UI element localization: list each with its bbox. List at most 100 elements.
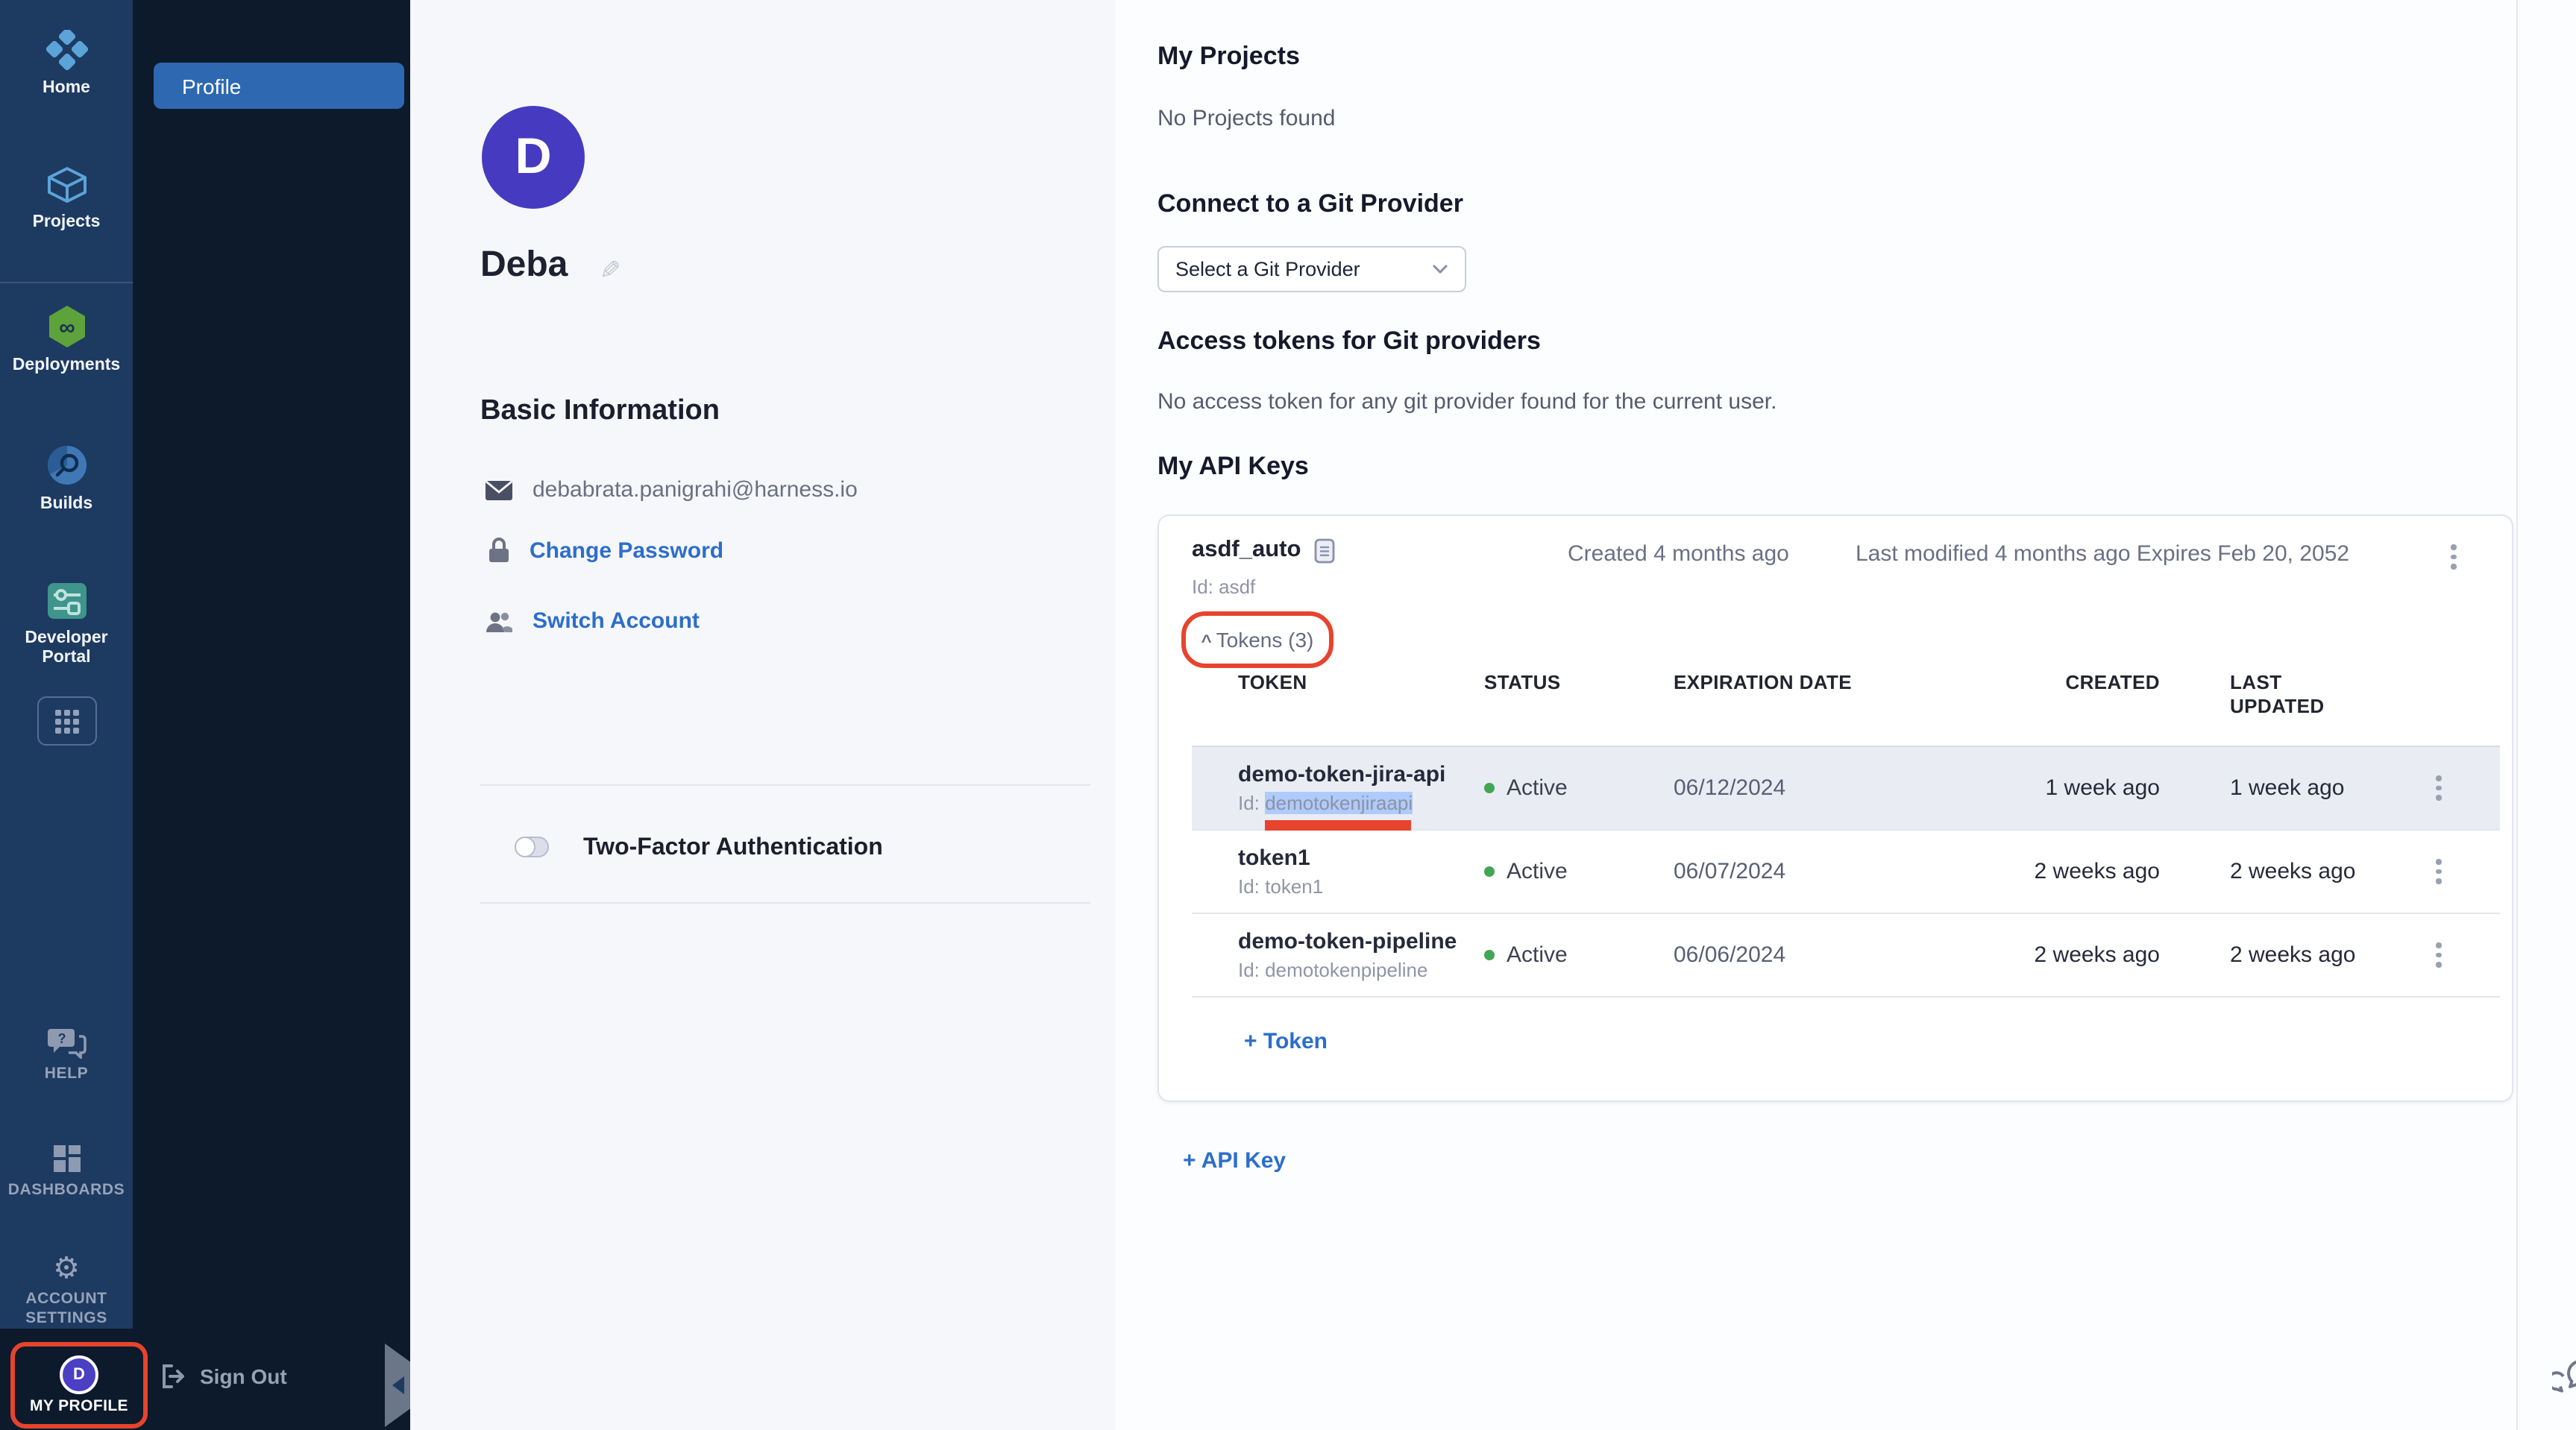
switch-account-link[interactable]: Switch Account [533,608,700,634]
token-table-row[interactable]: demo-token-jira-api Id: demotokenjiraapi… [1192,746,2500,829]
access-tokens-empty-text: No access token for any git provider fou… [1157,389,1777,415]
cd-hexagon-icon: ∞ [44,304,89,349]
annotation-tokens-highlight: ^ Tokens (3) [1181,611,1333,668]
token-name: token1 [1238,845,1484,872]
status-dot-icon [1484,950,1495,960]
git-provider-select-value: Select a Git Provider [1175,258,1360,280]
git-provider-select[interactable]: Select a Git Provider [1157,246,1466,292]
right-edge-divider [2516,0,2518,1430]
sidebar-item-dashboards[interactable]: DASHBOARDS [0,1142,133,1200]
dashboards-icon [50,1142,83,1175]
token-table-row[interactable]: demo-token-pipeline Id: demotokenpipelin… [1192,913,2500,996]
column-header: STATUS [1484,671,1674,695]
token-menu-icon[interactable] [2388,943,2441,968]
token-status: Active [1507,859,1568,884]
sidebar-item-help[interactable]: ? HELP [0,1026,133,1084]
change-password-row: Change Password [488,537,723,564]
copy-icon[interactable] [1314,538,1335,563]
svg-text:?: ? [57,1031,66,1046]
api-key-id: Id: asdf [1192,576,1255,598]
sidebar-collapse-handle[interactable] [385,1344,410,1427]
column-header: LAST UPDATED [2160,671,2334,719]
api-key-modified: Last modified 4 months ago Expires Feb 2… [1856,541,2349,567]
sidebar-item-label: Home [43,79,90,98]
token-id: Id: demotokenpipeline [1238,958,1484,982]
grid-icon [55,709,79,733]
ci-circle-icon [44,443,89,488]
module-selector-button[interactable] [37,696,97,746]
profile-avatar[interactable]: D [482,106,585,209]
token-status: Active [1507,942,1568,968]
sidebar-section-divider [0,282,133,283]
divider [480,902,1090,904]
sign-out-icon [161,1364,186,1388]
sidebar-item-label: Projects [33,213,101,233]
git-provider-heading: Connect to a Git Provider [1157,189,1463,219]
api-keys-heading: My API Keys [1157,452,1309,482]
api-key-name-row: asdf_auto [1192,537,1335,564]
token-menu-icon[interactable] [2388,776,2441,801]
lock-icon [488,537,510,564]
sidebar-item-label: DASHBOARDS [8,1181,125,1200]
tokens-toggle[interactable]: Tokens (3) [1216,628,1314,652]
sidebar-item-builds[interactable]: Builds [0,443,133,514]
chevron-down-icon [1432,264,1448,274]
token-updated: 2 weeks ago [2160,942,2388,968]
status-dot-icon [1484,866,1495,877]
token-created: 1 week ago [1970,775,2160,801]
sign-out-button[interactable]: Sign Out [161,1364,287,1388]
sidebar-item-deployments[interactable]: ∞ Deployments [0,304,133,376]
token-name: demo-token-pipeline [1238,928,1484,955]
two-factor-toggle[interactable] [515,837,549,857]
secondary-sidebar: Profile [133,0,410,1329]
email-row: debabrata.panigrahi@harness.io [485,477,858,503]
sidebar-item-label: MY PROFILE [30,1397,128,1415]
primary-sidebar: Home Projects ∞ Deployments [0,0,133,1329]
chevron-up-icon: ^ [1201,631,1212,652]
my-projects-empty-text: No Projects found [1157,106,1335,131]
profile-panel [410,0,1116,1430]
sidebar-item-label: Developer Portal [8,629,125,668]
sidebar-item-my-profile[interactable]: D MY PROFILE [10,1342,148,1429]
profile-name: Deba [480,245,568,286]
token-table-body: demo-token-jira-api Id: demotokenjiraapi… [1192,746,2500,998]
add-api-key-button[interactable]: + API Key [1183,1148,1286,1174]
basic-information-heading: Basic Information [480,395,720,428]
status-dot-icon [1484,783,1495,793]
page: Home Projects ∞ Deployments [0,0,2576,1430]
gear-icon: ⚙ [53,1254,80,1284]
api-key-name: asdf_auto [1192,537,1301,564]
dev-portal-icon [44,580,89,622]
token-table-header: TOKEN STATUS EXPIRATION DATE CREATED LAS… [1192,671,2500,719]
column-header: EXPIRATION DATE [1674,671,1970,695]
token-id: Id: token1 [1238,875,1484,898]
sidebar-item-developer-portal[interactable]: Developer Portal [0,580,133,668]
api-key-menu-icon[interactable] [2451,544,2456,569]
envelope-icon [485,479,513,500]
sidebar-item-label: HELP [45,1065,88,1084]
api-key-card: asdf_auto Id: asdf Created 4 months ago … [1157,514,2513,1102]
token-created: 2 weeks ago [1970,859,2160,884]
token-table-row[interactable]: token1 Id: token1 Active 06/07/2024 2 we… [1192,829,2500,913]
sign-out-label: Sign Out [200,1364,287,1388]
column-header: CREATED [1970,671,2160,695]
my-projects-heading: My Projects [1157,42,1300,72]
token-status: Active [1507,775,1568,801]
sidebar-item-account-settings[interactable]: ⚙ ACCOUNT SETTINGS [0,1254,133,1329]
cube-icon [44,164,89,206]
sidebar-item-home[interactable]: Home [0,30,133,98]
change-password-link[interactable]: Change Password [530,538,723,563]
token-menu-icon[interactable] [2388,860,2441,884]
annotation-red-underline [1265,820,1411,831]
svg-text:∞: ∞ [58,315,74,340]
token-name: demo-token-jira-api [1238,761,1484,788]
sidebar-item-projects[interactable]: Projects [0,164,133,233]
support-chat-button[interactable] [2552,1357,2576,1405]
switch-account-row: Switch Account [485,608,700,634]
tab-profile[interactable]: Profile [154,63,404,109]
edit-name-icon[interactable]: ✎ [600,256,621,286]
main-content: My Projects No Projects found Connect to… [1116,0,2576,1430]
add-token-button[interactable]: + Token [1244,1029,1328,1054]
access-tokens-heading: Access tokens for Git providers [1157,327,1541,356]
people-icon [485,609,513,633]
